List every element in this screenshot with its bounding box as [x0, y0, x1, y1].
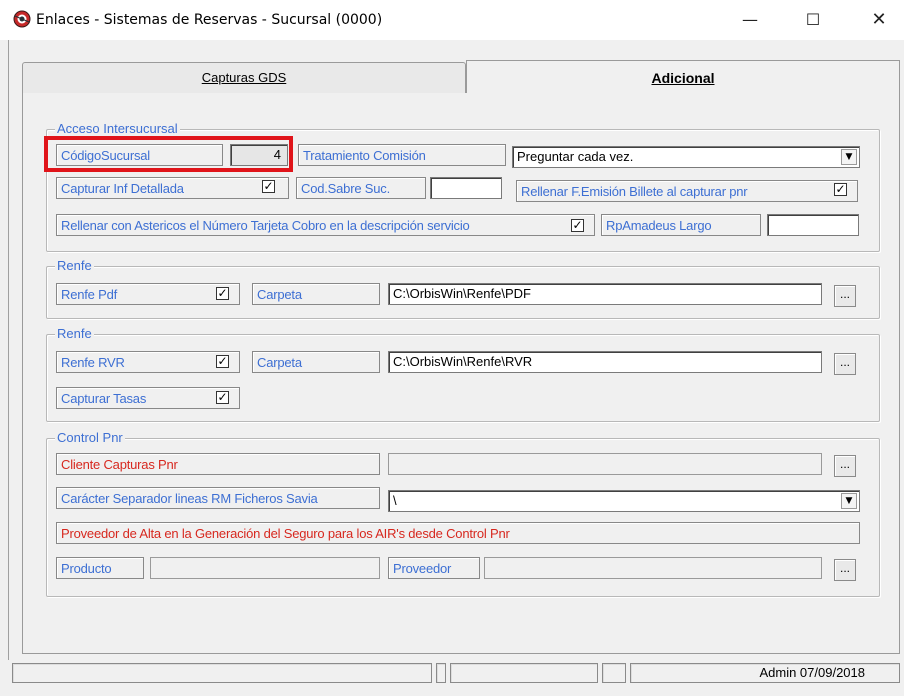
rpamadeus-largo-field[interactable] [767, 214, 859, 236]
separador-label: Carácter Separador lineas RM Ficheros Sa… [56, 487, 380, 509]
rpamadeus-largo-label: RpAmadeus Largo [601, 214, 761, 236]
carpeta-rvr-label: Carpeta [252, 351, 380, 373]
browse-proveedor-button[interactable]: ... [834, 559, 856, 581]
highlight-box [44, 136, 293, 172]
separador-select[interactable]: \ ▼ [388, 490, 860, 512]
rellenar-femision-label: Rellenar F.Emisión Billete al capturar p… [516, 180, 858, 202]
carpeta-pdf-field[interactable]: C:\OrbisWin\Renfe\PDF [388, 283, 822, 305]
capturar-inf-detallada-checkbox[interactable]: ✓ [262, 180, 275, 193]
group-title: Acceso Intersucursal [55, 121, 180, 136]
browse-cliente-button[interactable]: ... [834, 455, 856, 477]
group-title: Renfe [55, 258, 94, 273]
proveedor-field[interactable] [484, 557, 822, 579]
title-bar: Enlaces - Sistemas de Reservas - Sucursa… [0, 0, 904, 40]
status-panel-1 [12, 663, 432, 683]
cliente-capturas-pnr-field[interactable] [388, 453, 822, 475]
status-panel-2 [436, 663, 446, 683]
close-button[interactable]: ✕ [856, 0, 902, 40]
browse-pdf-button[interactable]: ... [834, 285, 856, 307]
renfe-rvr-label: Renfe RVR [56, 351, 240, 373]
proveedor-alta-label: Proveedor de Alta en la Generación del S… [56, 522, 860, 544]
tab-label: Capturas GDS [201, 70, 287, 85]
producto-label: Producto [56, 557, 144, 579]
chevron-down-icon[interactable]: ▼ [841, 493, 857, 509]
cliente-capturas-pnr-label: Cliente Capturas Pnr [56, 453, 380, 475]
producto-field[interactable] [150, 557, 380, 579]
chevron-down-icon[interactable]: ▼ [841, 149, 857, 165]
maximize-button[interactable]: ☐ [790, 0, 836, 40]
renfe-pdf-checkbox[interactable]: ✓ [216, 287, 229, 300]
capturar-tasas-checkbox[interactable]: ✓ [216, 391, 229, 404]
status-user-date: Admin 07/09/2018 [630, 663, 900, 683]
app-icon [13, 10, 31, 28]
tratamiento-comision-select[interactable]: Preguntar cada vez. ▼ [512, 146, 860, 168]
tab-capturas-gds[interactable]: Capturas GDS [22, 62, 466, 93]
group-title: Control Pnr [55, 430, 125, 445]
status-panel-4 [602, 663, 626, 683]
rellenar-femision-checkbox[interactable]: ✓ [834, 183, 847, 196]
select-value: \ [393, 493, 397, 508]
browse-rvr-button[interactable]: ... [834, 353, 856, 375]
proveedor-label: Proveedor [388, 557, 480, 579]
tab-adicional[interactable]: Adicional [466, 60, 900, 95]
tratamiento-comision-label: Tratamiento Comisión [298, 144, 506, 166]
select-value: Preguntar cada vez. [517, 149, 634, 164]
renfe-rvr-checkbox[interactable]: ✓ [216, 355, 229, 368]
group-title: Renfe [55, 326, 94, 341]
carpeta-rvr-field[interactable]: C:\OrbisWin\Renfe\RVR [388, 351, 822, 373]
cod-sabre-suc-label: Cod.Sabre Suc. [296, 177, 426, 199]
capturar-inf-detallada-label: Capturar Inf Detallada [56, 177, 289, 199]
rellenar-asteriscos-checkbox[interactable]: ✓ [571, 219, 584, 232]
cod-sabre-suc-field[interactable] [430, 177, 502, 199]
minimize-button[interactable]: — [727, 0, 773, 40]
window-title: Enlaces - Sistemas de Reservas - Sucursa… [36, 12, 383, 28]
tab-label: Adicional [651, 70, 715, 86]
rellenar-asteriscos-label: Rellenar con Astericos el Número Tarjeta… [56, 214, 595, 236]
renfe-pdf-label: Renfe Pdf [56, 283, 240, 305]
capturar-tasas-label: Capturar Tasas [56, 387, 240, 409]
status-panel-3 [450, 663, 598, 683]
carpeta-pdf-label: Carpeta [252, 283, 380, 305]
